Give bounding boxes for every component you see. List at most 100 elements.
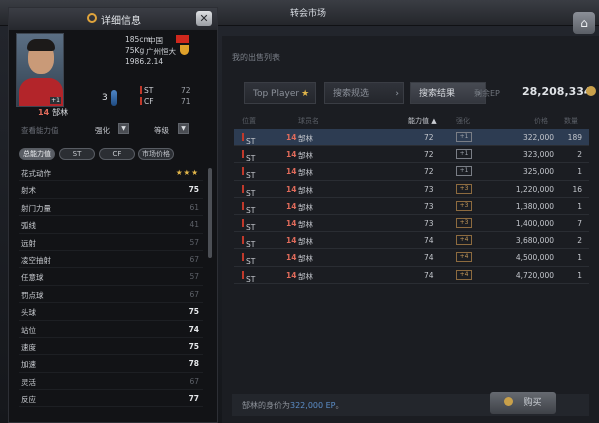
row-price: 4,720,000 [515, 270, 554, 280]
table-row[interactable]: ST 14 郜林 74 +4 4,500,000 1 [234, 249, 589, 267]
row-enhance-level: +4 [456, 252, 472, 263]
row-quantity: 2 [577, 150, 582, 160]
table-row[interactable]: ST 14 郜林 73 +3 1,220,000 16 [234, 181, 589, 198]
club-crest-icon [180, 45, 189, 55]
attribute-list: 花式动作 ★★★ 射术 75 射门力量 61 弧线 41 远射 57 凌空抽射 67 任意球 57 罚点球 6… [19, 164, 203, 408]
attribute-row: 灵活 67 [19, 373, 203, 391]
home-icon[interactable]: ⌂ [573, 12, 595, 34]
col-player-name[interactable]: 球员名 [298, 116, 319, 126]
row-position: ST [242, 236, 255, 249]
attribute-row: 弧线 41 [19, 216, 203, 234]
coin-icon [586, 86, 596, 96]
results-table: ST 14 郜林 72 +1 322,000 189 ST 14 郜林 72 +1 323,000 2 ST… [234, 129, 589, 284]
attribute-row: 射术 75 [19, 181, 203, 199]
row-price: 1,220,000 [515, 184, 554, 194]
attribute-row: 凌空抽射 67 [19, 251, 203, 269]
row-price: 323,000 [522, 150, 554, 160]
tab-total-ability[interactable]: 总能力值 [19, 148, 55, 160]
row-ability: 72 [424, 133, 434, 142]
attribute-row: 远射 57 [19, 234, 203, 251]
row-price: 4,500,000 [515, 253, 554, 263]
table-row[interactable]: ST 14 郜林 74 +4 3,680,000 2 [234, 232, 589, 250]
row-price: 3,680,000 [515, 236, 554, 246]
attribute-value: 74 [188, 324, 199, 334]
row-ability: 72 [424, 150, 434, 160]
grade-label: 等级 [154, 126, 169, 135]
enhance-label: 强化 [95, 126, 110, 135]
coin-icon [504, 397, 514, 406]
table-row[interactable]: ST 14 郜林 72 +1 325,000 1 [234, 163, 589, 181]
col-enhance[interactable]: 强化 [456, 116, 470, 126]
row-position: ST [242, 201, 255, 215]
row-player-name: 郜林 [298, 151, 313, 161]
row-number: 14 [286, 133, 297, 142]
grade-dropdown[interactable]: ▼ [178, 123, 189, 134]
enhance-dropdown[interactable]: ▼ [118, 123, 129, 134]
row-price: 322,000 [522, 133, 554, 142]
attribute-name: 射门力量 [21, 203, 51, 213]
table-row[interactable]: ST 14 郜林 74 +4 4,720,000 1 [234, 267, 589, 284]
attribute-name: 反应 [21, 395, 36, 405]
row-player-name: 郜林 [298, 168, 313, 178]
attribute-name: 弧线 [21, 221, 36, 231]
tab-label: 搜索结果 [419, 89, 456, 99]
attribute-value: 41 [189, 220, 199, 230]
table-row[interactable]: ST 14 郜林 73 +3 1,400,000 7 [234, 215, 589, 233]
detail-title: 详细信息 [101, 16, 141, 27]
table-row[interactable]: ST 14 郜林 73 +3 1,380,000 1 [234, 198, 589, 215]
attribute-scrollbar[interactable] [208, 168, 212, 258]
col-position[interactable]: 位置 [242, 116, 256, 126]
star-icon: ★ [301, 89, 310, 99]
attribute-name: 远射 [21, 238, 36, 248]
tab-market-price[interactable]: 市场价格 [138, 148, 174, 160]
row-number: 14 [286, 201, 297, 211]
tab-top-player[interactable]: Top Player ★ [244, 82, 316, 104]
row-number: 14 [286, 150, 297, 160]
row-number: 14 [286, 253, 297, 263]
attribute-name: 凌空抽射 [21, 255, 51, 265]
row-number: 14 [286, 218, 297, 228]
row-quantity: 2 [577, 236, 582, 246]
attribute-value: 67 [189, 289, 199, 299]
attribute-row: 任意球 57 [19, 268, 203, 286]
row-number: 14 [286, 167, 297, 177]
chevron-right-icon: › [395, 89, 399, 99]
tab-st[interactable]: ST [59, 148, 95, 160]
row-player-name: 郜林 [298, 202, 313, 212]
position-st-value: 72 [181, 86, 191, 95]
tab-search-filter[interactable]: 搜索规选 › [324, 82, 404, 104]
row-quantity: 1 [577, 201, 582, 211]
row-ability: 74 [424, 253, 434, 263]
position-st: ST [140, 86, 153, 95]
row-ability: 73 [424, 218, 434, 228]
row-enhance-level: +4 [456, 235, 472, 246]
attribute-row: 头球 75 [19, 303, 203, 321]
results-table-header: 位置 球员名 能力值 ▲ 强化 价格 数量 [234, 114, 589, 128]
col-ability[interactable]: 能力值 ▲ [408, 116, 437, 126]
table-row[interactable]: ST 14 郜林 72 +1 323,000 2 [234, 146, 589, 164]
row-position: ST [242, 133, 255, 146]
detail-header: 详细信息 ✕ [9, 8, 217, 30]
tab-cf[interactable]: CF [99, 148, 135, 160]
search-icon [87, 13, 97, 23]
buy-button[interactable]: 购买 [490, 392, 556, 414]
tab-label: Top Player [253, 89, 300, 99]
transfer-market-screen: 转会市场 ⌂ 我的出售列表 Top Player ★ 搜索规选 › 搜索结果 › 剩余… [0, 0, 599, 423]
page-title: 转会市场 [290, 9, 327, 19]
row-number: 14 [286, 236, 297, 246]
my-sale-list-link[interactable]: 我的出售列表 [232, 52, 280, 63]
col-quantity[interactable]: 数量 [564, 116, 578, 126]
attribute-name: 射术 [21, 186, 36, 196]
row-position: ST [242, 218, 255, 232]
table-row[interactable]: ST 14 郜林 72 +1 322,000 189 [234, 129, 589, 147]
close-icon[interactable]: ✕ [196, 11, 212, 26]
attribute-row: 罚点球 67 [19, 286, 203, 304]
col-price[interactable]: 价格 [534, 116, 548, 126]
attribute-value: 75 [188, 341, 199, 351]
row-price: 1,400,000 [515, 218, 554, 228]
player-club: 广州恒大 [146, 47, 176, 56]
attribute-row: 站位 74 [19, 321, 203, 338]
attribute-row: 速度 75 [19, 338, 203, 356]
level-bar-icon [111, 90, 117, 106]
market-panel: 我的出售列表 Top Player ★ 搜索规选 › 搜索结果 › 剩余EP 28,2… [222, 36, 599, 423]
